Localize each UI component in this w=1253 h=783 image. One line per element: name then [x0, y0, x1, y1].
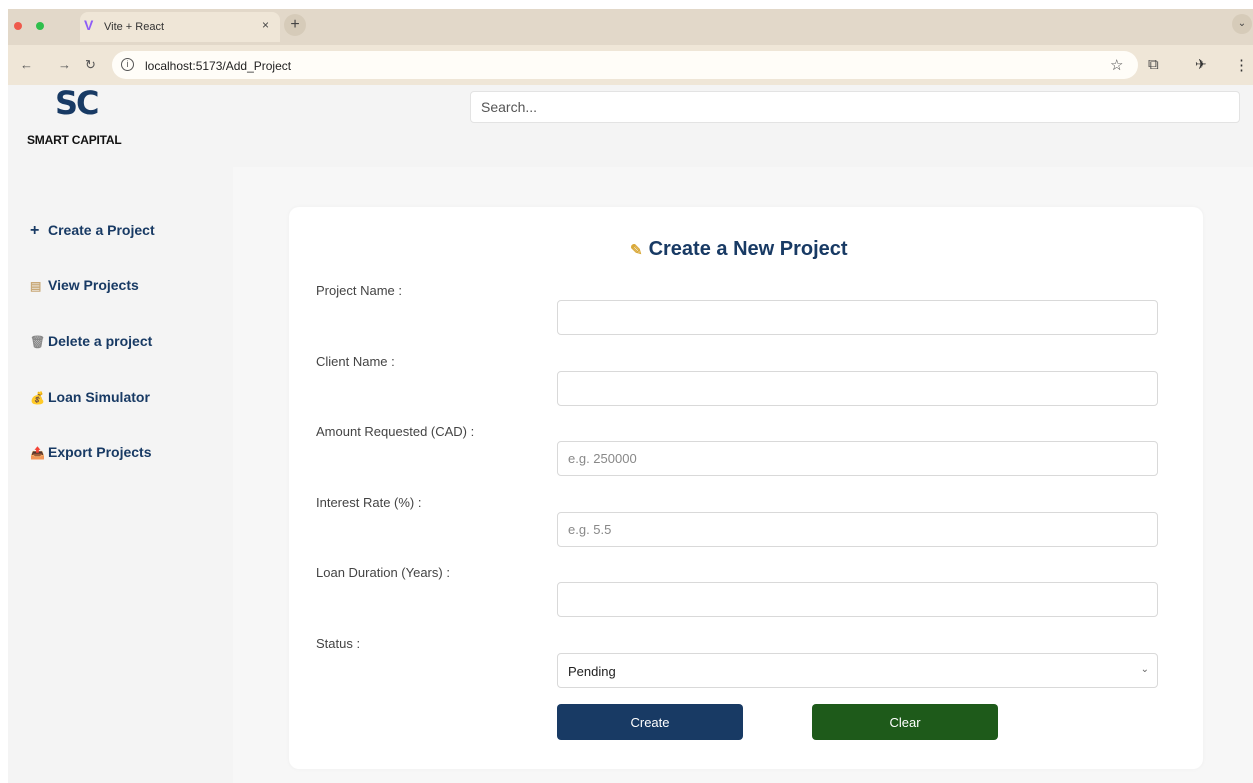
client-name-label: Client Name :	[316, 354, 395, 369]
search-input[interactable]	[470, 91, 1240, 123]
brand-logo-text: SMART CAPITAL	[27, 133, 122, 147]
create-button[interactable]: Create	[557, 704, 743, 740]
amount-requested-label: Amount Requested (CAD) :	[316, 424, 475, 439]
money-bag-icon: 💰	[30, 391, 45, 405]
export-icon: 📤	[30, 446, 45, 460]
sidebar-item-export-projects[interactable]: 📤 Export Projects	[30, 444, 151, 460]
interest-rate-input[interactable]	[557, 512, 1158, 547]
vite-logo-icon: V	[84, 17, 94, 33]
sidebar-item-create-project[interactable]: + Create a Project	[30, 222, 155, 240]
browser-menu-icon[interactable]: ⋮	[1234, 56, 1249, 74]
trash-icon: 🗑	[30, 335, 46, 349]
interest-rate-label: Interest Rate (%) :	[316, 495, 422, 510]
window-maximize-dot[interactable]	[36, 22, 44, 30]
forward-arrow-icon[interactable]: →	[58, 57, 71, 72]
list-icon: ▤	[30, 279, 42, 293]
extension-icon[interactable]: ✈	[1195, 56, 1207, 73]
sidebar-item-label: Delete a project	[48, 333, 153, 349]
sidebar-item-label: Create a Project	[48, 222, 155, 238]
tab-search-chevron-icon[interactable]: ⌄	[1232, 14, 1252, 34]
window-close-dot[interactable]	[14, 22, 22, 30]
amount-requested-input[interactable]	[557, 441, 1158, 476]
loan-duration-label: Loan Duration (Years) :	[316, 565, 450, 580]
site-info-icon[interactable]: i	[121, 58, 134, 71]
browser-tab-title: Vite + React	[104, 21, 165, 33]
sidebar-item-delete-project[interactable]: 🗑 Delete a project	[30, 333, 152, 349]
bookmark-star-icon[interactable]: ☆	[1110, 56, 1123, 74]
status-selected-value: Pending	[568, 664, 616, 679]
loan-duration-input[interactable]	[557, 582, 1158, 617]
clear-button[interactable]: Clear	[812, 704, 998, 740]
memo-icon: ✎	[630, 242, 643, 259]
new-tab-button[interactable]: +	[284, 14, 306, 36]
extensions-puzzle-icon[interactable]: ⧉	[1148, 56, 1159, 73]
page-title-text: Create a New Project	[648, 238, 848, 260]
reload-icon[interactable]: ↻	[85, 57, 96, 73]
sidebar-item-view-projects[interactable]: ▤ View Projects	[30, 277, 139, 293]
sidebar-item-label: View Projects	[48, 277, 139, 293]
chevron-down-icon: ⌄	[1140, 664, 1149, 675]
page-title: ✎ Create a New Project	[630, 238, 848, 261]
sidebar-item-label: Loan Simulator	[48, 389, 150, 405]
sidebar-item-label: Export Projects	[48, 444, 152, 460]
sidebar-item-loan-simulator[interactable]: 💰 Loan Simulator	[30, 389, 150, 405]
url-text[interactable]: localhost:5173/Add_Project	[145, 59, 291, 73]
tab-close-icon[interactable]: ×	[262, 18, 269, 32]
plus-icon: +	[30, 222, 40, 239]
project-name-label: Project Name :	[316, 283, 402, 298]
client-name-input[interactable]	[557, 371, 1158, 406]
status-label: Status :	[316, 636, 361, 651]
project-name-input[interactable]	[557, 300, 1158, 335]
status-select[interactable]: Pending ⌄	[557, 653, 1158, 688]
back-arrow-icon[interactable]: ←	[20, 57, 33, 72]
brand-logo-mark: SC	[55, 84, 100, 122]
